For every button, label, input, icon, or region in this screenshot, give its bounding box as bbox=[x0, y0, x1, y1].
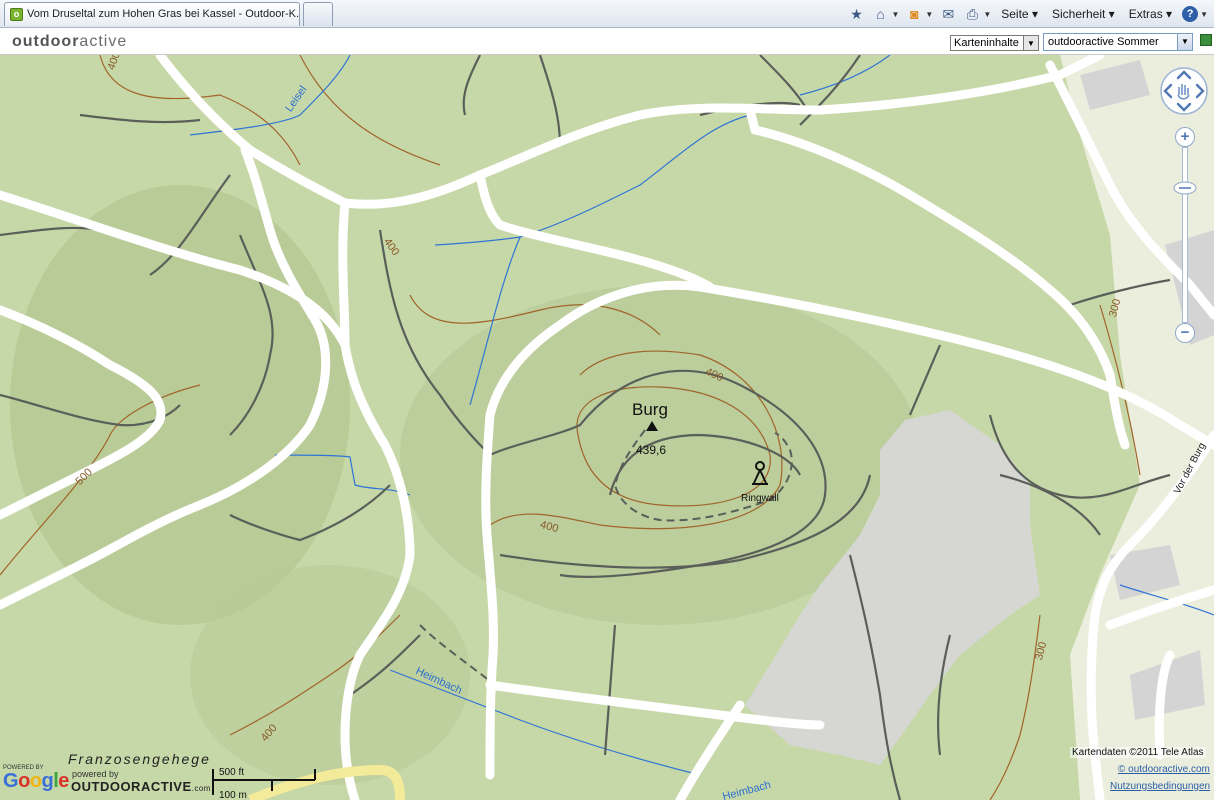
home-icon[interactable]: ⌂ bbox=[871, 6, 889, 22]
outdooractive-link[interactable]: © outdooractive.com bbox=[1118, 764, 1210, 775]
google-logo[interactable]: Google bbox=[3, 771, 69, 791]
pan-control[interactable] bbox=[1160, 67, 1208, 115]
od-powered-by-label: powered by bbox=[72, 769, 119, 779]
outdooractive-logo[interactable]: outdooractive bbox=[12, 33, 127, 51]
feed-dropdown-icon[interactable]: ▼ bbox=[925, 10, 933, 19]
chevron-down-icon[interactable]: ▼ bbox=[1023, 36, 1038, 50]
map-layer-select[interactable]: outdooractive Sommer ▼ bbox=[1043, 33, 1193, 51]
app-header: outdooractive Karteninhalte ▼ outdooract… bbox=[0, 28, 1214, 55]
zoom-out-button[interactable]: − bbox=[1175, 323, 1195, 343]
browser-tab-active[interactable]: o Vom Druseltal zum Hohen Gras bei Kasse… bbox=[4, 2, 300, 26]
terms-link[interactable]: Nutzungsbedingungen bbox=[1110, 781, 1210, 792]
od-footer-logo[interactable]: OUTDOORACTIVE.com bbox=[71, 779, 211, 794]
command-bar: ★ ⌂ ▼ ◙ ▼ ✉ ⎙ ▼ Seite ▾ Sicherheit ▾ Extras… bbox=[847, 0, 1214, 28]
browser-tab-bar: o Vom Druseltal zum Hohen Gras bei Kasse… bbox=[0, 0, 1214, 28]
map-base-layer bbox=[0, 55, 1214, 800]
favorites-add-icon[interactable]: ★ bbox=[847, 6, 865, 22]
chevron-down-icon[interactable]: ▼ bbox=[1177, 34, 1192, 50]
map-copyright: Kartendaten ©2011 Tele Atlas bbox=[1070, 747, 1206, 758]
map-canvas[interactable]: 400 400 400 400 500 400 300 300 Leisel H… bbox=[0, 55, 1214, 800]
menu-extras[interactable]: Extras ▾ bbox=[1125, 7, 1176, 21]
print-dropdown-icon[interactable]: ▼ bbox=[983, 10, 991, 19]
scale-meters-label: 100 m bbox=[219, 790, 247, 800]
menu-sicherheit[interactable]: Sicherheit ▾ bbox=[1048, 7, 1119, 21]
tab-title: Vom Druseltal zum Hohen Gras bei Kassel … bbox=[27, 8, 300, 20]
peak-elevation-label: 439,6 bbox=[636, 443, 667, 457]
zoom-in-button[interactable]: + bbox=[1175, 127, 1195, 147]
help-dropdown-icon[interactable]: ▼ bbox=[1200, 10, 1208, 19]
google-attribution[interactable]: POWERED BY Google bbox=[3, 765, 69, 791]
mail-icon[interactable]: ✉ bbox=[939, 6, 957, 22]
scale-bar: 500 ft 100 m bbox=[212, 767, 316, 800]
zoom-slider-handle[interactable] bbox=[1173, 181, 1197, 195]
area-label: Franzosengehege bbox=[68, 751, 211, 767]
scale-feet-label: 500 ft bbox=[219, 767, 245, 778]
map-contents-select[interactable]: Karteninhalte ▼ bbox=[950, 35, 1039, 51]
fullscreen-icon[interactable] bbox=[1200, 34, 1212, 46]
print-icon[interactable]: ⎙ bbox=[963, 6, 981, 22]
help-icon[interactable]: ? bbox=[1182, 6, 1199, 22]
menu-seite[interactable]: Seite ▾ bbox=[997, 7, 1042, 21]
home-dropdown-icon[interactable]: ▼ bbox=[891, 10, 899, 19]
favicon-icon: o bbox=[10, 8, 23, 21]
ringwall-label: Ringwall bbox=[741, 493, 779, 504]
peak-name-label: Burg bbox=[632, 400, 668, 419]
zoom-control: + − bbox=[1173, 127, 1197, 347]
rss-feed-icon[interactable]: ◙ bbox=[905, 6, 923, 22]
zoom-slider-track[interactable] bbox=[1182, 147, 1188, 323]
new-tab-button[interactable] bbox=[303, 2, 333, 26]
